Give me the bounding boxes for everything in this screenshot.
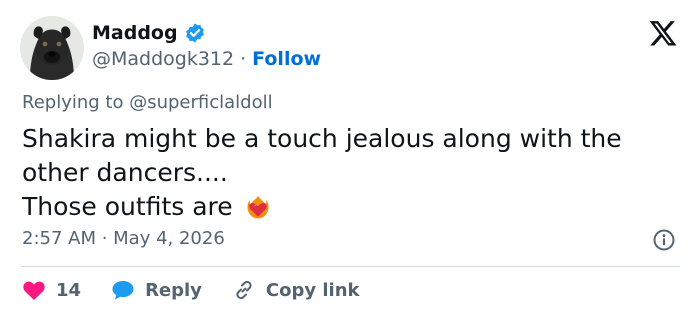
action-bar: 14 Reply Copy link	[22, 278, 390, 302]
reply-button[interactable]: Reply	[111, 279, 202, 301]
tweet-timestamp[interactable]: 2:57 AM · May 4, 2026	[22, 228, 225, 249]
like-count: 14	[56, 279, 82, 301]
author-handle-row: @Maddogk312 · Follow	[92, 48, 321, 70]
replying-to-prefix: Replying to	[22, 92, 124, 113]
author-handle[interactable]: @Maddogk312	[92, 48, 234, 70]
tweet-line-2: other dancers....	[22, 158, 228, 187]
copy-link-label: Copy link	[265, 279, 360, 301]
replying-to-handle[interactable]: @superficlaldoll	[129, 92, 272, 113]
avatar[interactable]	[20, 16, 84, 80]
tweet-body: Shakira might be a touch jealous along w…	[22, 122, 622, 224]
tweet-line-3-text: Those outfits are	[22, 192, 233, 221]
tweet-line-1: Shakira might be a touch jealous along w…	[22, 124, 622, 153]
separator-dot: ·	[240, 48, 247, 70]
speech-bubble-icon	[112, 281, 134, 300]
info-icon[interactable]	[652, 228, 676, 252]
author-name-row: Maddog	[92, 22, 206, 44]
verified-badge-icon	[185, 23, 204, 43]
dog-avatar-image	[20, 16, 84, 80]
replying-to-line: Replying to @superficlaldoll	[22, 92, 273, 113]
copy-link-button[interactable]: Copy link	[232, 278, 360, 302]
reply-label: Reply	[145, 279, 202, 301]
link-icon	[236, 280, 252, 300]
heart-icon	[23, 281, 45, 300]
heart-on-fire-icon	[247, 195, 269, 219]
follow-button[interactable]: Follow	[252, 48, 321, 70]
like-button[interactable]: 14	[22, 279, 81, 301]
author-display-name[interactable]: Maddog	[92, 22, 178, 44]
tweet-line-3: Those outfits are	[22, 190, 622, 224]
x-logo-icon[interactable]	[648, 18, 678, 48]
divider	[22, 266, 680, 267]
